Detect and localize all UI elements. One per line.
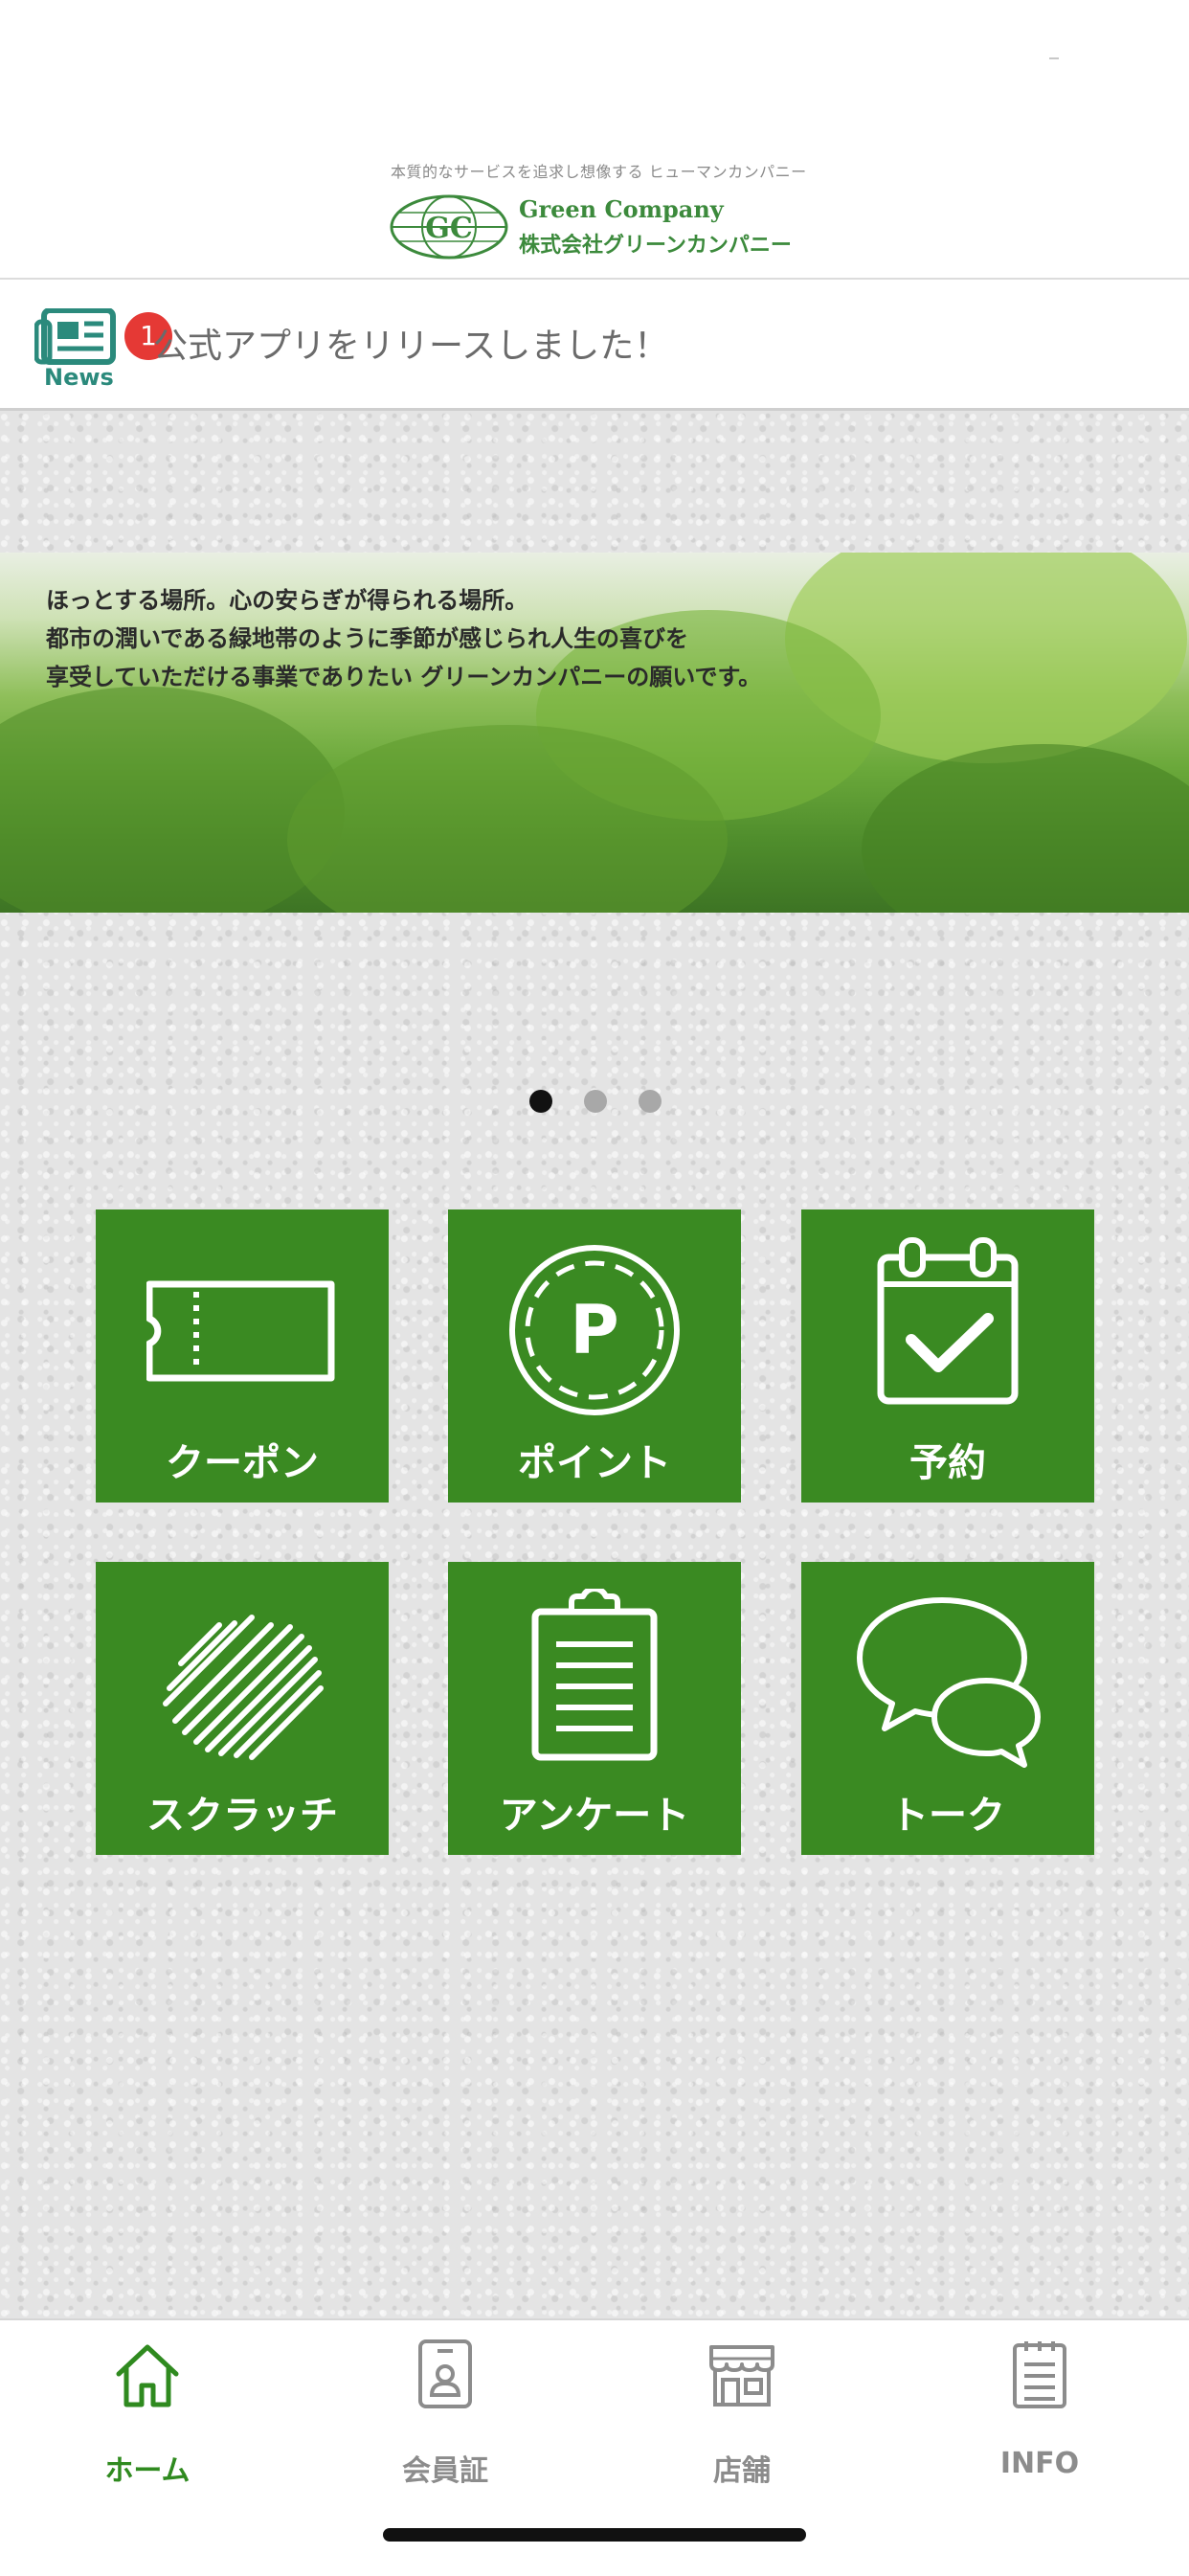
company-logo: 本質的なサービスを追求し想像する ヒューマンカンパニー GC Green Com… (383, 153, 807, 268)
newspaper-icon (34, 308, 116, 365)
calendar-check-icon (877, 1237, 1019, 1405)
company-name-en: Green Company (519, 195, 724, 223)
banner-line: 享受していただける事業でありたい グリーンカンパニーの願いです。 (46, 664, 762, 690)
tab-label: ホーム (104, 2454, 191, 2488)
news-button[interactable]: News 1 (34, 305, 172, 391)
tab-store[interactable]: 店舗 (646, 2339, 838, 2488)
news-headline[interactable]: 公式アプリをリリースしました！ (153, 318, 668, 368)
scratch-icon (163, 1615, 324, 1760)
tile-label: 予約 (909, 1441, 986, 1485)
tab-label: 店舗 (713, 2454, 771, 2488)
chat-bubbles-icon (857, 1597, 1041, 1768)
tile-label: ポイント (518, 1441, 671, 1485)
scratch-tile[interactable]: スクラッチ (96, 1562, 389, 1855)
globe-logo-icon: GC (390, 194, 508, 260)
news-label: News (44, 364, 114, 391)
tab-member-card[interactable]: 会員証 (349, 2339, 541, 2488)
coupon-tile[interactable]: クーポン (96, 1209, 389, 1503)
clipboard-icon (531, 1589, 658, 1761)
logo-mark-text: GC (425, 212, 473, 245)
reservation-tile[interactable]: 予約 (801, 1209, 1094, 1503)
foliage-decoration (0, 687, 345, 913)
home-icon (116, 2344, 179, 2407)
tab-home[interactable]: ホーム (52, 2339, 243, 2488)
hero-banner[interactable]: ほっとする場所。心の安らぎが得られる場所。 都市の潤いである緑地帯のように季節が… (0, 553, 1189, 913)
tile-label: トーク (890, 1794, 1005, 1838)
member-card-icon (418, 2339, 472, 2408)
carousel-dot-3[interactable] (639, 1090, 662, 1113)
tab-label: INFO (999, 2447, 1080, 2480)
app-header: 本質的なサービスを追求し想像する ヒューマンカンパニー GC Green Com… (0, 0, 1189, 280)
point-tile[interactable]: P ポイント (448, 1209, 741, 1503)
tile-label: スクラッチ (146, 1794, 338, 1838)
foliage-decoration (862, 744, 1189, 913)
point-coin-icon: P (509, 1245, 680, 1415)
svg-text:P: P (570, 1291, 618, 1369)
carousel-dot-2[interactable] (584, 1090, 607, 1113)
tab-info[interactable]: INFO (944, 2339, 1135, 2483)
banner-line: 都市の潤いである緑地帯のように季節が感じられ人生の喜びを (46, 625, 689, 652)
carousel-dot-1[interactable] (529, 1090, 552, 1113)
logo-tagline: 本質的なサービスを追求し想像する ヒューマンカンパニー (391, 163, 807, 181)
carousel-pagination[interactable] (529, 1090, 663, 1115)
store-icon (709, 2345, 774, 2407)
banner-message: ほっとする場所。心の安らぎが得られる場所。 都市の潤いである緑地帯のように季節が… (46, 581, 761, 696)
ticket-icon (146, 1280, 335, 1382)
tile-label: アンケート (499, 1794, 690, 1838)
tile-label: クーポン (166, 1441, 319, 1485)
home-indicator[interactable] (383, 2528, 806, 2542)
tab-label: 会員証 (402, 2454, 488, 2488)
banner-line: ほっとする場所。心の安らぎが得られる場所。 (46, 587, 528, 614)
news-ticker[interactable]: News 1 公式アプリをリリースしました！ (0, 280, 1189, 411)
survey-tile[interactable]: アンケート (448, 1562, 741, 1855)
status-dash (1049, 57, 1059, 59)
home-content: ほっとする場所。心の安らぎが得られる場所。 都市の潤いである緑地帯のように季節が… (0, 411, 1189, 2318)
company-name-ja: 株式会社グリーンカンパニー (519, 234, 792, 258)
info-list-icon (1013, 2341, 1066, 2408)
talk-tile[interactable]: トーク (801, 1562, 1094, 1855)
